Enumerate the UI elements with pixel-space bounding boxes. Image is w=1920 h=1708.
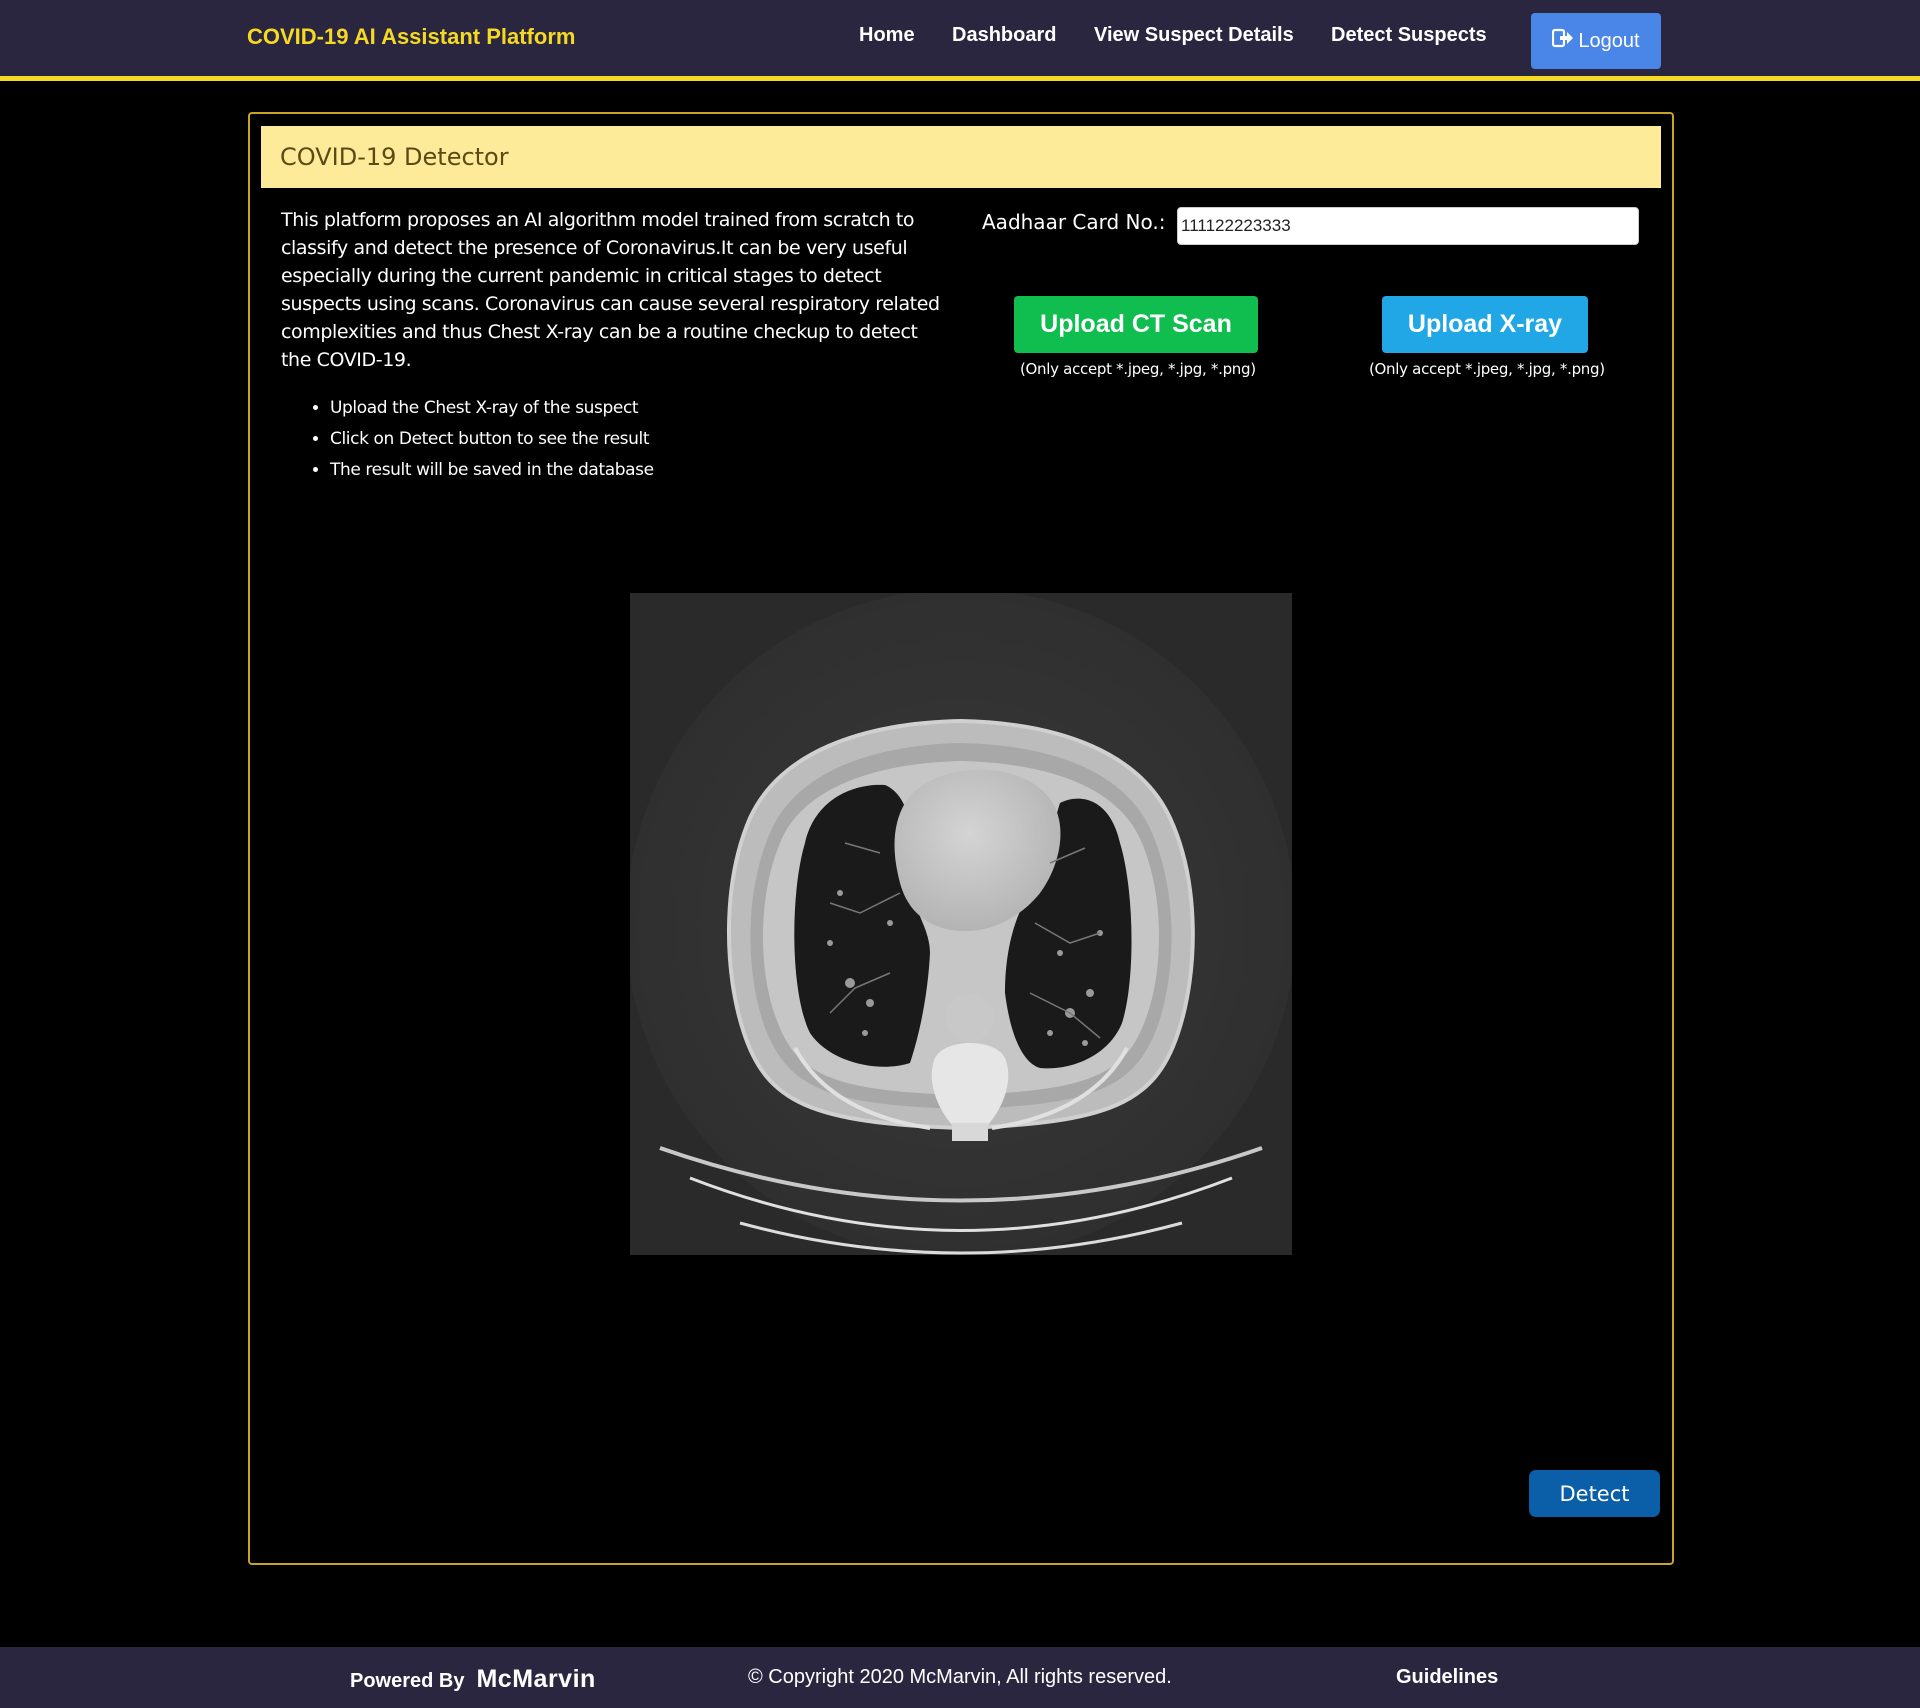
upload-ct-scan-button[interactable]: Upload CT Scan bbox=[1014, 296, 1258, 353]
nav-detect-suspects[interactable]: Detect Suspects bbox=[1331, 24, 1487, 47]
footer: Powered By McMarvin © Copyright 2020 McM… bbox=[0, 1647, 1920, 1708]
logout-button[interactable]: Logout bbox=[1531, 13, 1661, 69]
instruction-list: Upload the Chest X-ray of the suspect Cl… bbox=[312, 393, 654, 486]
description-text: This platform proposes an AI algorithm m… bbox=[281, 209, 940, 371]
brand-title[interactable]: COVID-19 AI Assistant Platform bbox=[247, 24, 575, 50]
nav-dashboard[interactable]: Dashboard bbox=[952, 24, 1056, 47]
navbar: COVID-19 AI Assistant Platform Home Dash… bbox=[0, 0, 1920, 81]
logout-label: Logout bbox=[1578, 29, 1640, 52]
aadhaar-input[interactable] bbox=[1177, 207, 1639, 245]
aadhaar-label: Aadhaar Card No.: bbox=[982, 210, 1166, 234]
powered-by: Powered By McMarvin bbox=[350, 1665, 596, 1694]
copyright-text: © Copyright 2020 McMarvin, All rights re… bbox=[748, 1666, 1172, 1688]
detect-button[interactable]: Detect bbox=[1529, 1470, 1660, 1517]
nav-home[interactable]: Home bbox=[859, 24, 915, 47]
upload-xray-button[interactable]: Upload X-ray bbox=[1382, 296, 1588, 353]
sign-out-icon bbox=[1552, 28, 1574, 54]
ct-scan-preview bbox=[630, 593, 1292, 1255]
instruction-item: Upload the Chest X-ray of the suspect bbox=[330, 393, 654, 424]
detector-card: COVID-19 Detector This platform proposes… bbox=[248, 112, 1674, 1565]
card-title: COVID-19 Detector bbox=[261, 126, 1661, 188]
xray-accept-note: (Only accept *.jpeg, *.jpg, *.png) bbox=[1369, 360, 1605, 378]
nav-view-suspect-details[interactable]: View Suspect Details bbox=[1094, 24, 1294, 47]
mcmarvin-logo[interactable]: McMarvin bbox=[476, 1665, 595, 1694]
guidelines-link[interactable]: Guidelines bbox=[1396, 1666, 1498, 1689]
ct-scan-image bbox=[630, 593, 1292, 1255]
powered-by-label: Powered By bbox=[350, 1670, 465, 1692]
instruction-item: The result will be saved in the database bbox=[330, 455, 654, 486]
instruction-item: Click on Detect button to see the result bbox=[330, 424, 654, 455]
ct-accept-note: (Only accept *.jpeg, *.jpg, *.png) bbox=[1020, 360, 1256, 378]
